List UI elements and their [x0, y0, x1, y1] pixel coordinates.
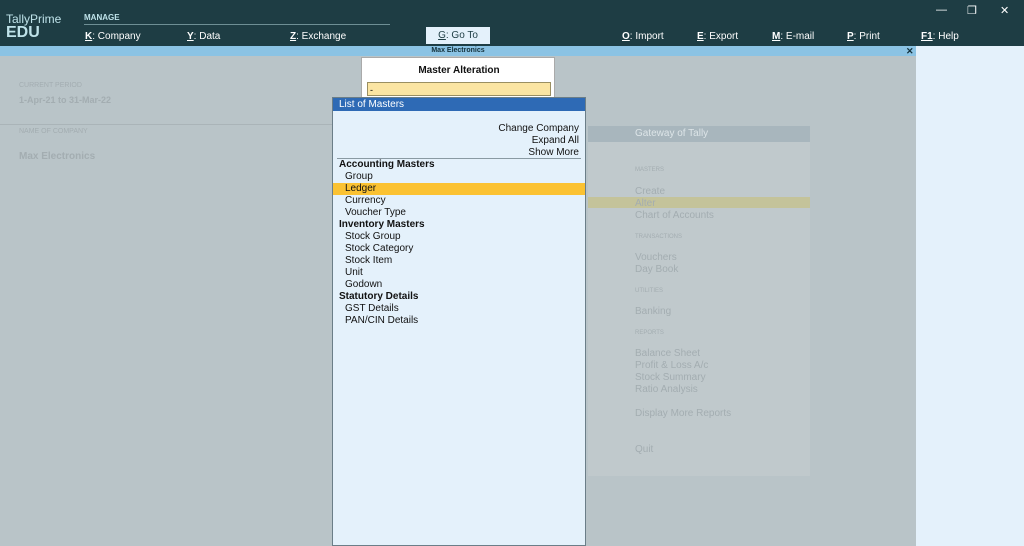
list-item-stock-group[interactable]: Stock Group	[333, 231, 585, 243]
list-item-currency[interactable]: Currency	[333, 195, 585, 207]
menu-exchange[interactable]: Z: Exchange	[290, 31, 346, 42]
gateway-item-vouchers: Vouchers	[635, 252, 677, 263]
gateway-item-quit: Quit	[635, 444, 654, 455]
list-of-masters-title: List of Masters	[333, 98, 585, 111]
menu-email[interactable]: M: E-mail	[772, 31, 814, 42]
expand-all-button[interactable]: Expand All	[532, 135, 579, 146]
gateway-highlight	[588, 197, 810, 208]
gateway-item-create: Create	[635, 186, 666, 197]
list-item-stock-item[interactable]: Stock Item	[333, 255, 585, 267]
minimize-icon[interactable]: —	[936, 4, 947, 16]
list-item-stock-category[interactable]: Stock Category	[333, 243, 585, 255]
list-item-group[interactable]: Group	[333, 171, 585, 183]
gateway-item-stock-summary: Stock Summary	[635, 372, 706, 383]
list-item-pan-cin-details[interactable]: PAN/CIN Details	[333, 315, 585, 327]
gateway-section-transactions: TRANSACTIONS	[635, 234, 683, 240]
gateway-section-reports: REPORTS	[635, 330, 664, 336]
company-title-bar: Max Electronics	[0, 46, 916, 56]
list-of-masters-panel: List of Masters Change Company Expand Al…	[332, 97, 586, 546]
group-header-statutory: Statutory Details	[339, 291, 419, 302]
gateway-item-chart: Chart of Accounts	[635, 210, 714, 221]
period-divider	[0, 124, 332, 125]
goto-button[interactable]: G: Go To	[426, 27, 490, 44]
gateway-panel	[588, 142, 810, 476]
list-item-ledger[interactable]: Ledger	[333, 183, 585, 195]
gateway-item-display-more: Display More Reports	[635, 408, 732, 419]
company-label: NAME OF COMPANY	[19, 128, 88, 135]
app-edition: EDU	[6, 24, 40, 41]
restore-icon[interactable]: ❐	[967, 4, 977, 17]
menu-print[interactable]: P: Print	[847, 31, 880, 42]
menu-import[interactable]: O: Import	[622, 31, 664, 42]
list-item-unit[interactable]: Unit	[333, 267, 585, 279]
manage-divider	[84, 24, 390, 25]
menu-help[interactable]: F1: Help	[921, 31, 959, 42]
master-alteration-title: Master Alteration	[418, 65, 500, 76]
show-more-button[interactable]: Show More	[528, 147, 579, 158]
list-item-voucher-type[interactable]: Voucher Type	[333, 207, 585, 219]
top-bar: TallyPrime EDU MANAGE K: Company Y: Data…	[0, 0, 1024, 46]
current-period-value: 1-Apr-21 to 31-Mar-22	[19, 95, 112, 105]
group-header-inventory: Inventory Masters	[339, 219, 425, 230]
manage-section-label: MANAGE	[84, 13, 120, 22]
group-header-accounting: Accounting Masters	[339, 159, 435, 170]
list-item-godown[interactable]: Godown	[333, 279, 585, 291]
gateway-item-balance-sheet: Balance Sheet	[635, 348, 701, 359]
gateway-section-utilities: UTILITIES	[635, 288, 664, 294]
close-icon[interactable]: ✕	[906, 46, 914, 56]
gateway-section-masters: MASTERS	[635, 167, 665, 173]
gateway-item-pl: Profit & Loss A/c	[635, 360, 709, 371]
gateway-item-ratio: Ratio Analysis	[635, 384, 698, 395]
menu-company[interactable]: K: Company	[85, 31, 141, 42]
gateway-title: Gateway of Tally	[635, 128, 709, 139]
menu-export[interactable]: E: Export	[697, 31, 738, 42]
company-value: Max Electronics	[19, 151, 96, 162]
gateway-item-banking: Banking	[635, 306, 672, 317]
change-company-button[interactable]: Change Company	[498, 123, 579, 134]
gateway-item-daybook: Day Book	[635, 264, 679, 275]
master-search-input[interactable]: -	[367, 82, 551, 96]
menu-data[interactable]: Y: Data	[187, 31, 220, 42]
gateway-item-alter: Alter	[635, 198, 656, 209]
close-window-icon[interactable]: ✕	[1000, 4, 1009, 17]
master-alteration-dialog: Master Alteration -	[361, 57, 555, 99]
list-item-gst-details[interactable]: GST Details	[333, 303, 585, 315]
current-period-label: CURRENT PERIOD	[19, 82, 82, 89]
